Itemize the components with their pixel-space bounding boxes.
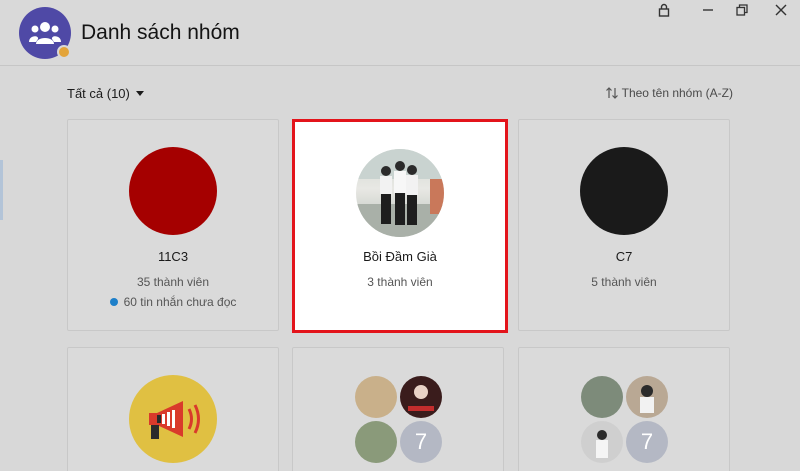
sort-icon [605, 87, 618, 99]
close-icon[interactable] [772, 1, 790, 19]
group-name: Bồi Đầm Già [363, 249, 437, 264]
group-card[interactable]: 7 [292, 347, 504, 471]
group-photo-avatar [356, 149, 444, 237]
restore-icon[interactable] [733, 1, 751, 19]
group-name: 11C3 [157, 249, 189, 264]
group-card[interactable] [67, 347, 279, 471]
header-bar: Danh sách nhóm [0, 0, 800, 66]
filter-label: Tất cả (10) [67, 86, 130, 101]
megaphone-avatar [129, 375, 217, 463]
more-members-count: 7 [400, 421, 442, 463]
unread-dot-icon [109, 298, 118, 306]
side-edge [0, 160, 3, 220]
group-card-c7[interactable]: C7 5 thành viên [518, 119, 730, 331]
megaphone-icon [149, 401, 200, 439]
group-icon [29, 22, 61, 44]
group-avatar [129, 147, 217, 235]
group-card-boi-dam-gia[interactable]: Bồi Đầm Già 3 thành viên [292, 119, 508, 333]
verified-badge-icon [57, 45, 71, 59]
filter-dropdown[interactable]: Tất cả (10) [67, 86, 144, 101]
sort-label: Theo tên nhóm (A-Z) [621, 86, 733, 100]
member-avatar [400, 376, 442, 418]
member-avatar [581, 376, 623, 418]
caret-down-icon [135, 91, 144, 96]
member-count: 5 thành viên [591, 275, 657, 289]
group-name: C7 [615, 249, 633, 264]
sort-button[interactable]: Theo tên nhóm (A-Z) [605, 86, 733, 100]
group-avatar [580, 147, 668, 235]
lock-icon[interactable] [655, 1, 673, 19]
member-avatar [355, 376, 397, 418]
member-count: 3 thành viên [367, 275, 433, 289]
member-avatar [626, 376, 668, 418]
group-card[interactable]: 7 [518, 347, 730, 471]
minimize-icon[interactable] [699, 1, 717, 19]
member-avatar [581, 421, 623, 463]
group-card-11c3[interactable]: 11C3 35 thành viên 60 tin nhắn chưa đọc [67, 119, 279, 331]
unread-text: 60 tin nhắn chưa đọc [123, 295, 237, 309]
member-avatar [355, 421, 397, 463]
page-title: Danh sách nhóm [81, 21, 240, 44]
more-members-count: 7 [626, 421, 668, 463]
unread-indicator: 60 tin nhắn chưa đọc [68, 295, 278, 309]
member-count: 35 thành viên [136, 275, 210, 289]
